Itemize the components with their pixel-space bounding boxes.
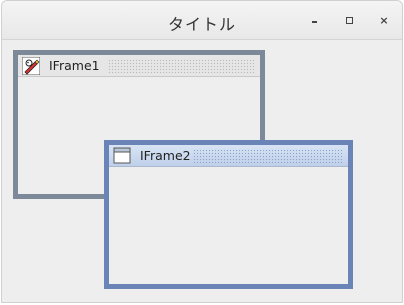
internal-frame-2-title: IFrame2 — [140, 148, 191, 163]
minimize-icon — [311, 21, 317, 23]
internal-frame-2-grip — [193, 149, 342, 163]
close-icon: × — [379, 13, 389, 27]
internal-frame-1-titlebar[interactable]: IFrame1 — [18, 55, 260, 77]
window-icon — [113, 147, 131, 164]
internal-frame-1-grip — [108, 59, 254, 73]
internal-frame-1-title: IFrame1 — [49, 58, 100, 73]
maximize-button[interactable] — [341, 12, 357, 28]
internal-frame-2[interactable]: IFrame2 — [104, 140, 353, 289]
pencil-duke-icon — [22, 57, 40, 75]
maximize-icon — [345, 16, 353, 24]
window-titlebar[interactable]: タイトル × — [2, 1, 402, 40]
close-button[interactable]: × — [376, 12, 392, 28]
internal-frame-2-titlebar[interactable]: IFrame2 — [109, 145, 348, 167]
minimize-button[interactable] — [306, 12, 322, 28]
main-window: タイトル × IFrame1 IFrame2 — [1, 0, 403, 303]
desktop-pane: IFrame1 IFrame2 — [2, 40, 402, 302]
